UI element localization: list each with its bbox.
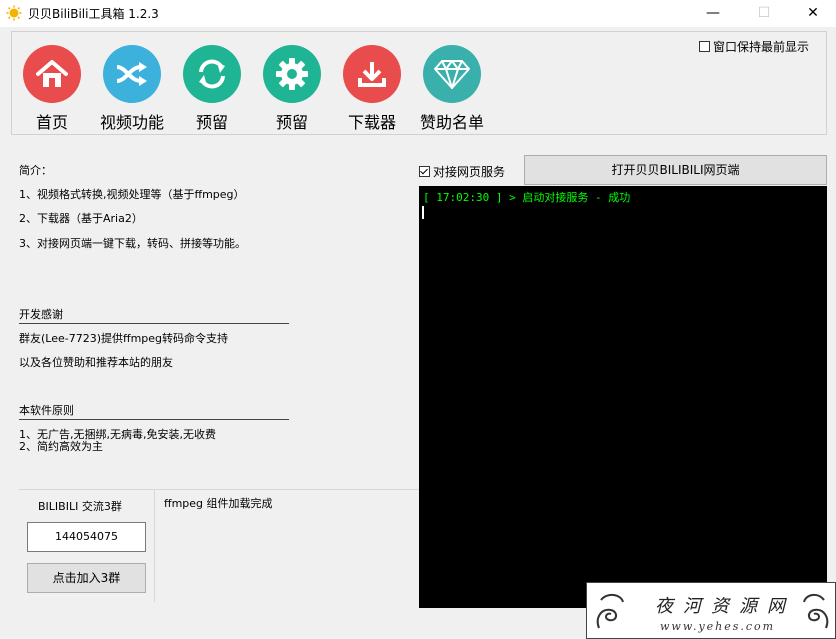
tool-reserved-1[interactable]: 预留 — [172, 45, 252, 133]
refresh-icon — [183, 45, 241, 103]
tool-video[interactable]: 视频功能 — [92, 45, 172, 133]
principles-line-2: 2、简约高效为主 — [19, 440, 103, 453]
web-service-box[interactable] — [419, 166, 430, 177]
principles-divider — [19, 419, 289, 420]
shuffle-icon — [103, 45, 161, 103]
watermark-title: 夜河资源网 — [655, 596, 795, 617]
tool-home[interactable]: 首页 — [12, 45, 92, 133]
tool-reserved-2-label: 预留 — [275, 113, 308, 132]
close-button[interactable]: ✕ — [790, 0, 836, 27]
download-icon — [343, 45, 401, 103]
group-title: BILIBILI 交流3群 — [38, 500, 122, 513]
principles-heading: 本软件原则 — [19, 404, 74, 417]
tool-reserved-1-label: 预留 — [195, 113, 228, 132]
tool-sponsors-label: 赞助名单 — [419, 113, 484, 132]
tool-downloader[interactable]: 下载器 — [332, 45, 412, 133]
gear-icon — [263, 45, 321, 103]
intro-line-1: 1、视频格式转换,视频处理等（基于ffmpeg） — [19, 188, 245, 201]
group-number-field[interactable]: 144054075 — [27, 522, 146, 552]
diamond-icon — [423, 45, 481, 103]
tool-sponsors[interactable]: 赞助名单 — [412, 45, 492, 133]
tool-downloader-label: 下载器 — [347, 113, 396, 132]
text-cursor — [422, 206, 424, 219]
watermark-url: www.yehes.com — [660, 620, 776, 633]
minimize-button[interactable]: — — [690, 0, 736, 27]
web-service-checkbox[interactable]: 对接网页服务 — [419, 163, 505, 180]
always-on-top-box[interactable] — [699, 41, 710, 52]
ornament-right-icon — [800, 588, 832, 637]
log-console[interactable] — [419, 186, 827, 608]
maximize-button[interactable]: ☐ — [741, 0, 787, 27]
status-text: ffmpeg 组件加载完成 — [164, 497, 273, 510]
log-line: [ 17:02:30 ] > 启动对接服务 - 成功 — [423, 191, 631, 204]
intro-heading: 简介： — [19, 164, 52, 177]
ornament-left-icon — [593, 588, 633, 637]
window-title: 贝贝BiliBili工具箱 1.2.3 — [28, 7, 159, 21]
thanks-line-1: 群友(Lee-7723)提供ffmpeg转码命令支持 — [19, 332, 229, 345]
always-on-top-label: 窗口保持最前显示 — [713, 40, 810, 54]
thanks-heading: 开发感谢 — [19, 308, 63, 321]
thanks-line-2: 以及各位赞助和推荐本站的朋友 — [19, 356, 173, 369]
join-group-button[interactable]: 点击加入3群 — [27, 563, 146, 593]
tool-video-label: 视频功能 — [99, 113, 164, 132]
web-service-label: 对接网页服务 — [433, 165, 506, 179]
intro-line-2: 2、下载器（基于Aria2） — [19, 212, 143, 225]
tool-reserved-2[interactable]: 预留 — [252, 45, 332, 133]
tool-home-label: 首页 — [35, 113, 68, 132]
app-icon — [6, 5, 22, 21]
always-on-top-checkbox[interactable]: 窗口保持最前显示 — [699, 38, 809, 55]
intro-line-3: 3、对接网页端一键下载，转码、拼接等功能。 — [19, 237, 246, 250]
thanks-divider — [19, 323, 289, 324]
home-icon — [23, 45, 81, 103]
open-web-button[interactable]: 打开贝贝BILIBILI网页端 — [524, 155, 827, 185]
